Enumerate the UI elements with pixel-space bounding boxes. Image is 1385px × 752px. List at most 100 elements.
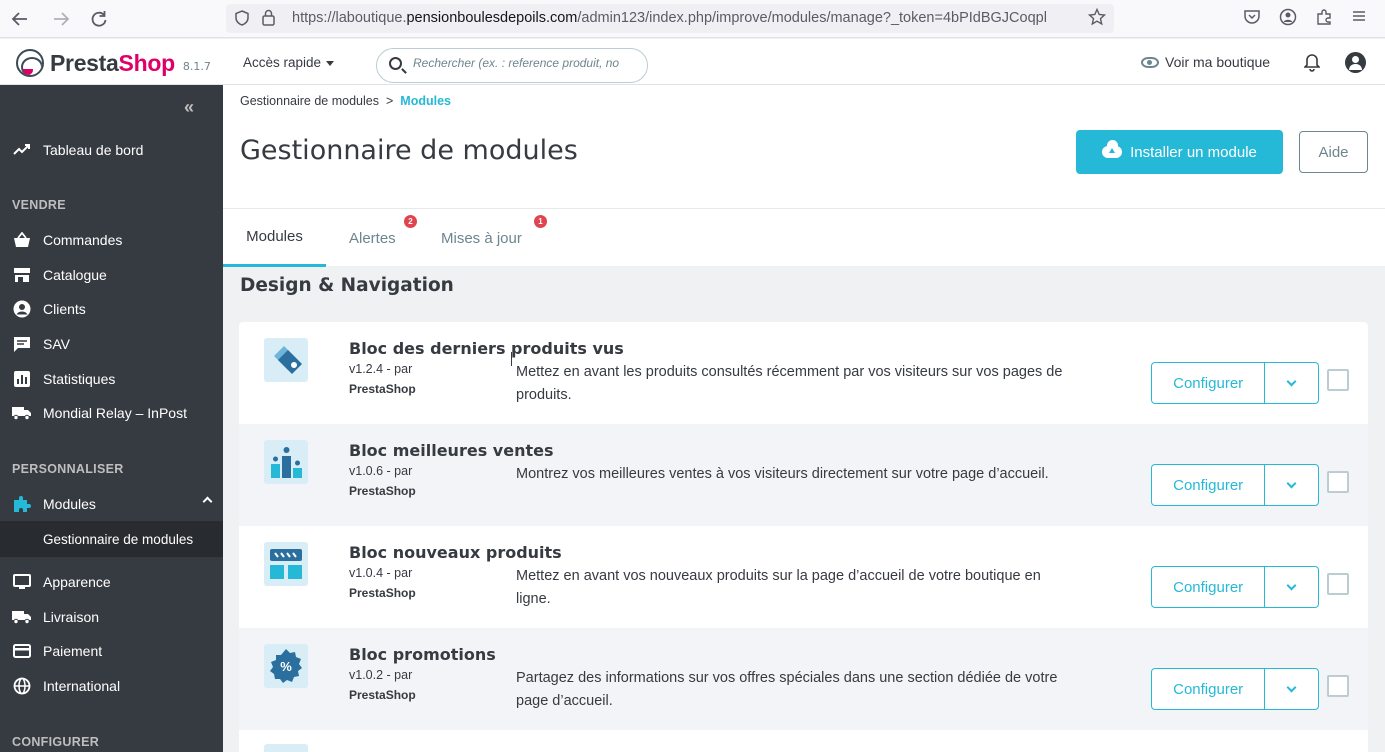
module-icon-partial (264, 744, 308, 752)
breadcrumb: Gestionnaire de modules > Modules (240, 94, 451, 108)
install-module-button[interactable]: Installer un module (1076, 130, 1283, 174)
sidebar-item-dashboard[interactable]: Tableau de bord (0, 133, 223, 167)
sidebar-item-label: Livraison (43, 609, 100, 625)
account-icon[interactable] (1279, 8, 1297, 31)
prestashop-puffin-icon (16, 49, 44, 77)
recently-viewed-tag-icon (264, 338, 308, 382)
sidebar-item-sav[interactable]: SAV (0, 327, 223, 361)
sidebar-item-label: International (43, 678, 121, 694)
admin-header: PrestaShop 8.1.7 Accès rapide Voir ma bo… (0, 39, 1385, 85)
extensions-icon[interactable] (1315, 8, 1333, 31)
sidebar-item-label: Commandes (43, 232, 123, 248)
user-circle-icon (12, 299, 32, 319)
puzzle-icon (12, 494, 32, 514)
tab-label: Mises à jour (441, 229, 522, 247)
module-name: Bloc nouveaux produits (349, 543, 562, 562)
module-author: PrestaShop (349, 586, 416, 600)
help-button[interactable]: Aide (1299, 131, 1368, 173)
bulk-select-checkbox[interactable] (1327, 369, 1349, 391)
chevron-down-icon (1286, 580, 1297, 590)
sidebar-item-stats[interactable]: Statistiques (0, 362, 223, 396)
breadcrumb-parent-link[interactable]: Gestionnaire de modules (240, 94, 379, 108)
sidebar-item-label: Mondial Relay – InPost (43, 405, 187, 421)
sidebar-item-customers[interactable]: Clients (0, 292, 223, 326)
chevron-down-icon (1286, 478, 1297, 488)
configure-button[interactable]: Configurer (1152, 363, 1266, 403)
browser-toolbar: https://laboutique.pensionboulesdepoils.… (0, 0, 1385, 38)
module-tabs: Modules Alertes 2 Mises à jour 1 (223, 208, 1385, 267)
bookmark-star-icon[interactable] (1087, 7, 1107, 30)
sidebar-item-orders[interactable]: Commandes (0, 223, 223, 257)
notifications-bell-icon[interactable] (1303, 53, 1321, 72)
version-label: 8.1.7 (182, 59, 211, 73)
prestashop-logo[interactable]: PrestaShop 8.1.7 (16, 49, 211, 77)
module-actions-dropdown[interactable] (1265, 669, 1318, 709)
bulk-select-checkbox[interactable] (1327, 471, 1349, 493)
install-module-label: Installer un module (1130, 143, 1257, 161)
breadcrumb-separator: > (385, 94, 394, 108)
tab-updates[interactable]: Mises à jour 1 (441, 209, 547, 267)
bulk-select-checkbox[interactable] (1327, 573, 1349, 595)
sidebar-item-catalog[interactable]: Catalogue (0, 258, 223, 292)
collapse-sidebar-icon[interactable]: « (184, 97, 194, 118)
module-name: Bloc des derniers produits vus (349, 339, 624, 358)
breadcrumb-current[interactable]: Modules (400, 94, 451, 108)
sidebar-subitem-module-manager[interactable]: Gestionnaire de modules (0, 521, 223, 557)
alert-count-badge: 2 (404, 215, 417, 228)
caret-down-icon (326, 60, 335, 66)
menu-icon[interactable] (1351, 8, 1367, 31)
module-row: Bloc des derniers produits vus v1.2.4 - … (239, 322, 1368, 424)
podium-stars-icon (264, 440, 308, 484)
employee-avatar-icon[interactable] (1345, 52, 1366, 73)
sidebar-item-international[interactable]: International (0, 669, 223, 703)
logo-text-presta: Presta (50, 49, 119, 76)
module-action-group: Configurer (1151, 668, 1319, 710)
bulk-select-checkbox[interactable] (1327, 675, 1349, 697)
module-version: v1.2.4 - par (349, 362, 413, 376)
configure-button[interactable]: Configurer (1152, 567, 1266, 607)
trending-up-icon (12, 140, 32, 160)
lock-icon (262, 9, 275, 30)
sidebar-item-shipping[interactable]: Livraison (0, 600, 223, 634)
configure-button[interactable]: Configurer (1152, 465, 1266, 505)
module-author: PrestaShop (349, 382, 416, 396)
configure-button[interactable]: Configurer (1152, 669, 1266, 709)
chevron-down-icon (1286, 682, 1297, 692)
tab-alerts[interactable]: Alertes 2 (349, 209, 417, 267)
search-input[interactable] (413, 56, 643, 70)
shield-icon (235, 10, 249, 30)
search-box[interactable] (376, 48, 648, 83)
sidebar-item-label: Paiement (43, 643, 103, 659)
view-shop-link[interactable]: Voir ma boutique (1141, 54, 1270, 70)
search-icon[interactable] (389, 57, 402, 70)
section-title-sell: VENDRE (12, 198, 66, 212)
sidebar-item-modules[interactable]: Modules (0, 487, 223, 521)
sidebar-item-mondial-relay[interactable]: Mondial Relay – InPost (0, 396, 223, 430)
url-text: https://laboutique.pensionboulesdepoils.… (292, 10, 1047, 26)
module-action-group: Configurer (1151, 566, 1319, 608)
quick-access-dropdown[interactable]: Accès rapide (243, 55, 335, 70)
credit-card-icon (12, 641, 32, 661)
section-title-configure: CONFIGURER (12, 735, 100, 749)
sidebar-item-appearance[interactable]: Apparence (0, 565, 223, 599)
forward-arrow-icon[interactable] (50, 8, 72, 30)
quick-access-label: Accès rapide (243, 55, 322, 70)
module-description: Montrez vos meilleures ventes à vos visi… (516, 466, 1049, 482)
reload-icon[interactable] (88, 8, 110, 30)
module-name: Bloc meilleures ventes (349, 441, 554, 460)
tab-modules[interactable]: Modules (223, 209, 326, 267)
module-actions-dropdown[interactable] (1265, 567, 1318, 607)
percent-badge-icon: % (264, 644, 308, 688)
module-description: Partagez des informations sur vos offres… (516, 670, 1058, 709)
module-actions-dropdown[interactable] (1265, 465, 1318, 505)
chevron-up-icon (202, 496, 213, 507)
address-bar[interactable]: https://laboutique.pensionboulesdepoils.… (226, 4, 1114, 33)
truck-icon (12, 403, 32, 423)
module-actions-dropdown[interactable] (1265, 363, 1318, 403)
module-description: Mettez en avant les produits consultés r… (516, 364, 1063, 403)
back-arrow-icon[interactable] (9, 8, 31, 30)
module-action-group: Configurer (1151, 464, 1319, 506)
sidebar-item-payment[interactable]: Paiement (0, 634, 223, 668)
sidebar-item-label: Statistiques (43, 371, 116, 387)
pocket-icon[interactable] (1243, 8, 1261, 31)
